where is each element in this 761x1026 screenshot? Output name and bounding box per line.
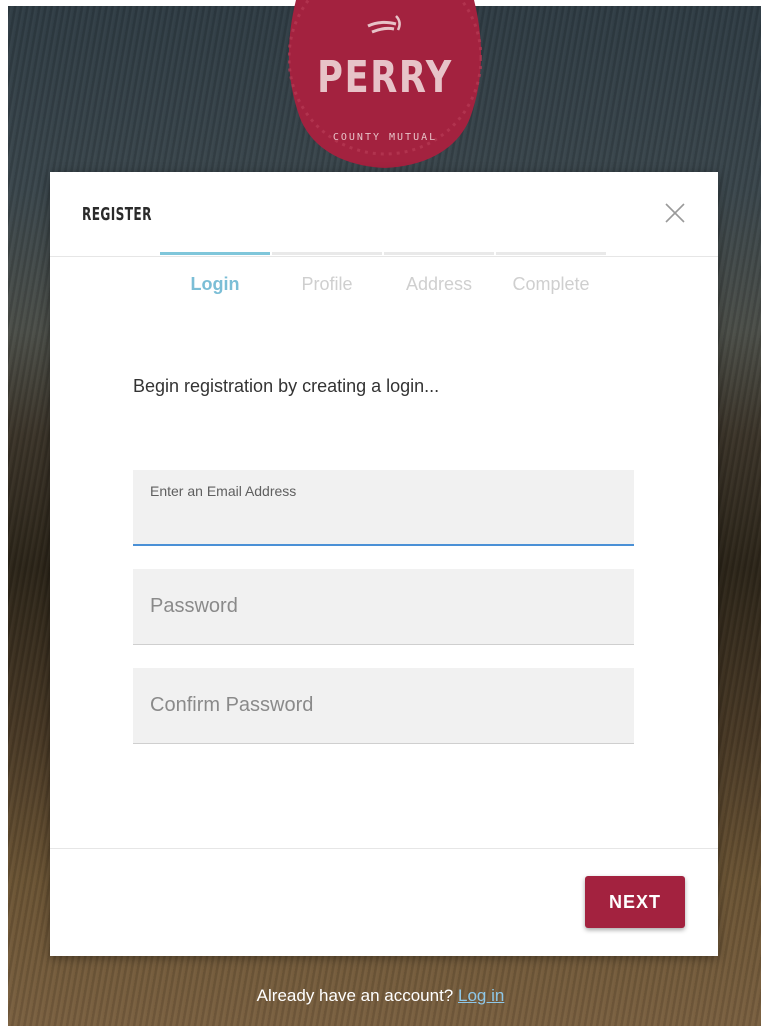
wheat-icon	[367, 15, 401, 34]
email-field[interactable]: Enter an Email Address	[133, 470, 634, 546]
step-complete[interactable]: Complete	[495, 274, 607, 295]
step-progress-profile	[272, 252, 382, 255]
step-progress-login	[160, 252, 270, 255]
next-button[interactable]: NEXT	[585, 876, 685, 928]
close-button[interactable]	[662, 200, 688, 226]
step-profile[interactable]: Profile	[271, 274, 383, 295]
footer-divider	[50, 848, 718, 849]
register-modal: REGISTER Login Profile Address Complete …	[50, 172, 718, 956]
login-prompt: Already have an account? Log in	[0, 986, 761, 1006]
login-link[interactable]: Log in	[458, 986, 504, 1005]
password-field[interactable]: Password	[133, 569, 634, 645]
step-login[interactable]: Login	[159, 274, 271, 295]
brand-name: PERRY	[317, 52, 453, 103]
step-progress-complete	[496, 252, 606, 255]
step-address[interactable]: Address	[383, 274, 495, 295]
intro-text: Begin registration by creating a login..…	[133, 376, 440, 396]
brand-logo: PERRY COUNTY MUTUAL	[287, 0, 483, 172]
modal-title: REGISTER	[82, 204, 152, 225]
confirm-password-placeholder: Confirm Password	[150, 694, 314, 716]
email-field-label: Enter an Email Address	[150, 483, 297, 499]
login-prompt-text: Already have an account?	[256, 986, 454, 1005]
step-progress-address	[384, 252, 494, 255]
password-placeholder: Password	[150, 595, 238, 617]
brand-subtitle: COUNTY MUTUAL	[332, 132, 438, 143]
header-divider	[50, 256, 718, 257]
close-icon	[665, 203, 685, 223]
confirm-password-field[interactable]: Confirm Password	[133, 668, 634, 744]
